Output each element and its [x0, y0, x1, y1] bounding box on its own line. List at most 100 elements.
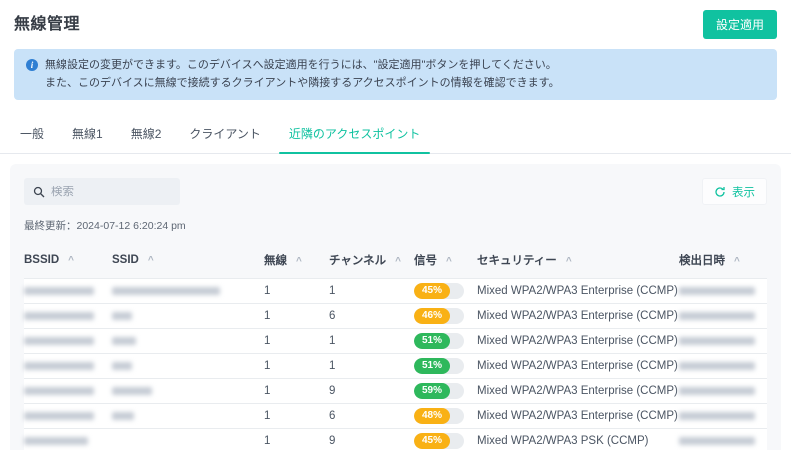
cell-bssid	[24, 329, 112, 354]
cell-signal: 51%	[414, 329, 477, 354]
cell-ssid	[112, 279, 264, 304]
sort-caret-icon[interactable]: ^	[446, 256, 452, 267]
redacted-value	[112, 312, 132, 321]
cell-detected	[679, 429, 767, 450]
info-banner: i 無線設定の変更ができます。このデバイスへ設定適用を行うには、"設定適用"ボタ…	[14, 49, 777, 101]
last-updated: 最終更新：2024-07-12 6:20:24 pm	[24, 218, 767, 233]
sort-caret-icon[interactable]: ^	[68, 255, 74, 266]
redacted-value	[24, 387, 94, 396]
signal-value-badge: 48%	[414, 408, 451, 425]
cell-bssid	[24, 304, 112, 329]
sort-caret-icon[interactable]: ^	[566, 256, 572, 267]
info-banner-line2: また、このデバイスに無線で接続するクライアントや隣接するアクセスポイントの情報を…	[45, 77, 560, 90]
cell-ssid	[112, 429, 264, 450]
column-header[interactable]: BSSID ^	[24, 243, 112, 279]
cell-detected	[679, 404, 767, 429]
apply-settings-button[interactable]: 設定適用	[702, 10, 777, 39]
redacted-value	[24, 337, 94, 346]
signal-value-badge: 59%	[414, 383, 451, 400]
redacted-value	[112, 412, 134, 421]
column-header[interactable]: SSID ^	[112, 243, 264, 279]
redacted-value	[112, 337, 136, 346]
content-card: 表示 最終更新：2024-07-12 6:20:24 pm BSSID^SSID…	[10, 164, 781, 450]
tab-2[interactable]: 無線2	[117, 116, 176, 153]
sort-caret-icon[interactable]: ^	[395, 256, 401, 267]
table-row: 1 1 45% Mixed WPA2/WPA3 Enterprise (CCMP)	[24, 278, 767, 304]
redacted-value	[679, 362, 755, 371]
cell-bssid	[24, 354, 112, 379]
cell-security: Mixed WPA2/WPA3 Enterprise (CCMP)	[477, 285, 678, 298]
redacted-value	[679, 387, 755, 396]
signal-bar: 45%	[414, 283, 464, 300]
cell-signal: 45%	[414, 279, 477, 304]
cell-ssid	[112, 379, 264, 404]
table-row: 1 6 46% Mixed WPA2/WPA3 Enterprise (CCMP)	[24, 303, 767, 329]
tab-1[interactable]: 無線1	[58, 116, 117, 153]
cell-radio: 1	[264, 285, 271, 298]
redacted-value	[679, 437, 755, 446]
search-input[interactable]	[51, 185, 171, 198]
refresh-display-button[interactable]: 表示	[702, 178, 767, 206]
signal-value-badge: 45%	[414, 283, 451, 300]
signal-value-badge: 45%	[414, 433, 451, 450]
cell-channel: 9	[329, 435, 336, 448]
cell-bssid	[24, 429, 112, 450]
redacted-value	[24, 362, 94, 371]
signal-value-badge: 51%	[414, 358, 451, 375]
column-header[interactable]: セキュリティー ^	[477, 243, 679, 279]
cell-channel: 6	[329, 310, 336, 323]
signal-bar: 45%	[414, 433, 464, 450]
tab-bar: 一般 無線1 無線2 クライアント 近隣のアクセスポイント	[0, 116, 791, 155]
redacted-value	[112, 362, 132, 371]
cell-channel: 1	[329, 360, 336, 373]
cell-ssid	[112, 354, 264, 379]
table-row: 1 1 51% Mixed WPA2/WPA3 Enterprise (CCMP)	[24, 328, 767, 354]
cell-signal: 51%	[414, 354, 477, 379]
column-header[interactable]: 信号 ^	[414, 243, 477, 279]
tab-0[interactable]: 一般	[6, 116, 58, 153]
cell-ssid	[112, 304, 264, 329]
sort-caret-icon[interactable]: ^	[296, 256, 302, 267]
table-row: 1 6 48% Mixed WPA2/WPA3 Enterprise (CCMP)	[24, 403, 767, 429]
redacted-value	[679, 337, 755, 346]
column-header[interactable]: チャンネル ^	[329, 243, 414, 279]
tab-3[interactable]: クライアント	[175, 116, 275, 153]
info-banner-line1: 無線設定の変更ができます。このデバイスへ設定適用を行うには、"設定適用"ボタンを…	[45, 59, 557, 71]
cell-detected	[679, 279, 767, 304]
search-box[interactable]	[24, 178, 180, 206]
toolbar: 表示	[24, 178, 767, 206]
cell-detected	[679, 304, 767, 329]
column-header[interactable]: 無線 ^	[264, 243, 329, 279]
cell-bssid	[24, 404, 112, 429]
signal-bar: 46%	[414, 308, 464, 325]
cell-radio: 1	[264, 435, 271, 448]
cell-signal: 48%	[414, 404, 477, 429]
cell-channel: 1	[329, 285, 336, 298]
cell-security: Mixed WPA2/WPA3 Enterprise (CCMP)	[477, 310, 678, 323]
column-header[interactable]: 検出日時 ^	[679, 243, 767, 279]
redacted-value	[24, 437, 88, 446]
redacted-value	[24, 312, 94, 321]
redacted-value	[679, 412, 755, 421]
redacted-value	[679, 287, 755, 296]
cell-channel: 1	[329, 335, 336, 348]
cell-detected	[679, 329, 767, 354]
signal-value-badge: 46%	[414, 308, 451, 325]
search-icon	[33, 186, 45, 198]
page-header: 無線管理 設定適用	[0, 0, 791, 47]
redacted-value	[112, 287, 220, 296]
sort-caret-icon[interactable]: ^	[148, 255, 154, 266]
cell-detected	[679, 379, 767, 404]
cell-ssid	[112, 404, 264, 429]
cell-security: Mixed WPA2/WPA3 Enterprise (CCMP)	[477, 335, 678, 348]
signal-bar: 51%	[414, 333, 464, 350]
cell-radio: 1	[264, 385, 271, 398]
sort-caret-icon[interactable]: ^	[734, 256, 740, 267]
table-header-row: BSSID ^ SSID ^ 無線 ^ チャンネル ^ 信号 ^ セキュリティー ^ 検出日時 ^	[24, 243, 767, 279]
refresh-button-label: 表示	[732, 186, 755, 199]
signal-bar: 48%	[414, 408, 464, 425]
cell-bssid	[24, 379, 112, 404]
signal-bar: 51%	[414, 358, 464, 375]
cell-radio: 1	[264, 310, 271, 323]
tab-4[interactable]: 近隣のアクセスポイント	[275, 116, 434, 155]
